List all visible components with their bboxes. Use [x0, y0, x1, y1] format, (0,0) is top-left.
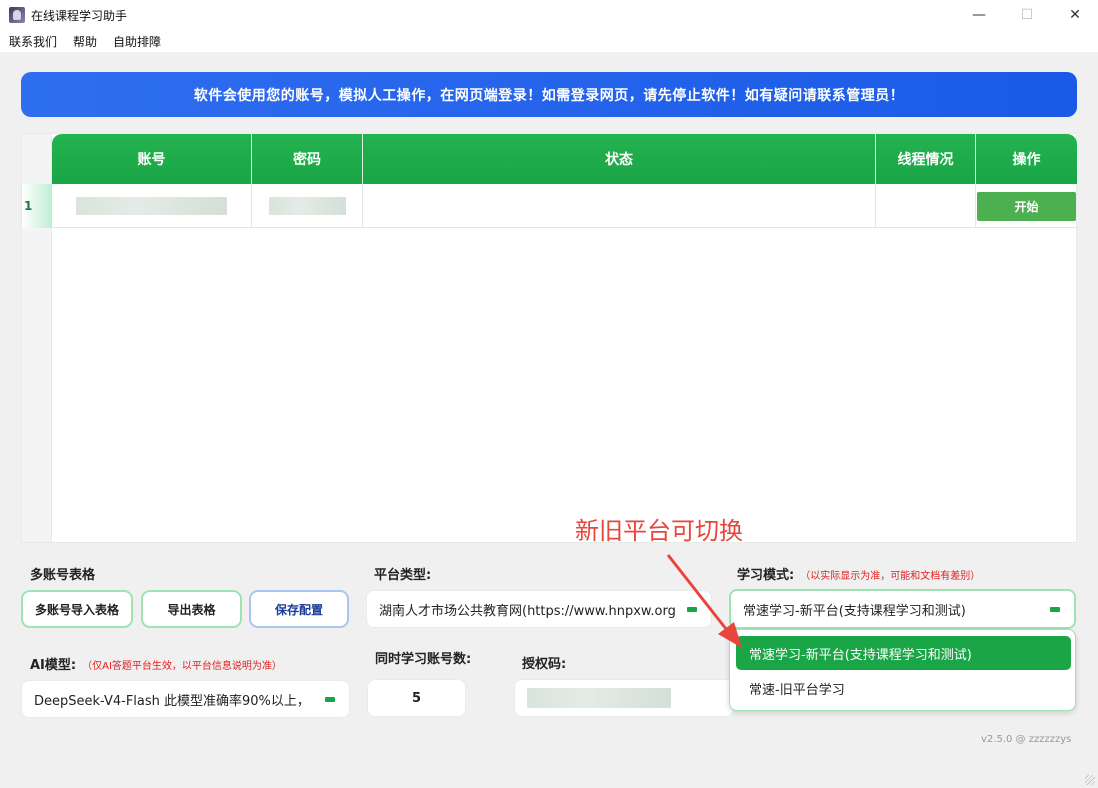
- resize-grip-icon[interactable]: [1085, 775, 1095, 785]
- version-label: v2.5.0 @ zzzzzzys: [981, 734, 1072, 745]
- mode-hint: （以实际显示为准，可能和文档有差别）: [800, 571, 981, 582]
- platform-value: 湖南人才市场公共教育网(https://www.hnpxw.org: [379, 603, 676, 619]
- multi-table-label: 多账号表格: [30, 568, 96, 583]
- ai-model-select[interactable]: DeepSeek-V4-Flash 此模型准确率90%以上，: [21, 680, 350, 718]
- table-header: 账号 密码 状态 线程情况 操作: [52, 134, 1077, 184]
- mode-option-old[interactable]: 常速-旧平台学习: [736, 671, 1071, 705]
- app-logo-icon: [9, 7, 25, 23]
- masked-auth-code: [527, 688, 671, 708]
- mode-dropdown-list: 常速学习-新平台(支持课程学习和测试) 常速-旧平台学习: [729, 629, 1076, 711]
- minimize-button[interactable]: —: [956, 0, 1002, 30]
- cell-status[interactable]: [363, 184, 876, 228]
- cell-account[interactable]: [52, 184, 252, 228]
- chevron-down-icon: [1050, 607, 1060, 612]
- ai-label-text: AI模型:: [30, 658, 77, 673]
- ai-label: AI模型: （仅AI答题平台生效，以平台信息说明为准）: [30, 654, 282, 673]
- menu-contact[interactable]: 联系我们: [9, 33, 57, 50]
- ai-hint: （仅AI答题平台生效，以平台信息说明为准）: [82, 661, 282, 672]
- save-config-button[interactable]: 保存配置: [249, 590, 349, 628]
- menu-bar: 联系我们 帮助 自助排障: [0, 30, 1098, 52]
- cell-thread[interactable]: [876, 184, 976, 228]
- header-status[interactable]: 状态: [363, 134, 876, 184]
- mode-label: 学习模式: （以实际显示为准，可能和文档有差别）: [737, 564, 980, 583]
- notice-banner: 软件会使用您的账号，模拟人工操作，在网页端登录！如需登录网页，请先停止软件！如有…: [21, 72, 1077, 117]
- maximize-button[interactable]: ☐: [1004, 0, 1050, 30]
- auth-code-input[interactable]: [514, 679, 734, 717]
- header-action[interactable]: 操作: [976, 134, 1077, 184]
- header-password[interactable]: 密码: [252, 134, 363, 184]
- window-title: 在线课程学习助手: [31, 8, 128, 23]
- header-thread[interactable]: 线程情况: [876, 134, 976, 184]
- start-button[interactable]: 开始: [977, 191, 1076, 221]
- masked-password: [268, 197, 346, 215]
- ai-model-value: DeepSeek-V4-Flash 此模型准确率90%以上，: [34, 693, 310, 709]
- chevron-down-icon: [325, 697, 335, 702]
- accounts-table: 账号 密码 状态 线程情况 操作 1 开始: [21, 133, 1077, 543]
- row-number[interactable]: 1: [22, 184, 52, 228]
- masked-account: [76, 197, 227, 215]
- mode-select[interactable]: 常速学习-新平台(支持课程学习和测试): [729, 589, 1076, 629]
- concurrent-label: 同时学习账号数:: [375, 652, 472, 667]
- auth-label: 授权码:: [522, 657, 567, 672]
- export-table-button[interactable]: 导出表格: [141, 590, 242, 628]
- concurrent-input[interactable]: 5: [367, 679, 466, 717]
- menu-troubleshoot[interactable]: 自助排障: [113, 33, 161, 50]
- platform-label: 平台类型:: [374, 568, 432, 583]
- mode-value: 常速学习-新平台(支持课程学习和测试): [743, 603, 966, 619]
- mode-option-new[interactable]: 常速学习-新平台(支持课程学习和测试): [736, 636, 1071, 670]
- close-button[interactable]: ✕: [1052, 0, 1098, 30]
- annotation-text: 新旧平台可切换: [575, 517, 743, 545]
- import-table-button[interactable]: 多账号导入表格: [21, 590, 133, 628]
- cell-password[interactable]: [252, 184, 363, 228]
- table-row[interactable]: 开始: [52, 184, 1077, 228]
- title-bar: 在线课程学习助手 — ☐ ✕: [0, 0, 1098, 30]
- header-account[interactable]: 账号: [52, 134, 252, 184]
- annotation-arrow-icon: [666, 554, 742, 648]
- cell-action: 开始: [976, 184, 1077, 228]
- menu-help[interactable]: 帮助: [73, 33, 97, 50]
